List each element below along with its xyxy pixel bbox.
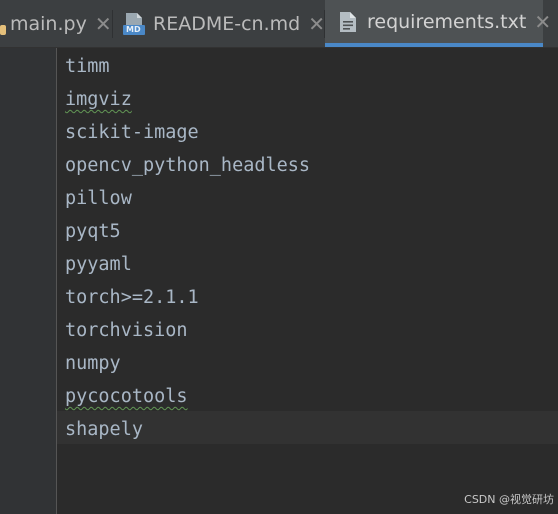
tab-readme-cn[interactable]: MD README-cn.md ✕ <box>113 0 325 47</box>
code-line[interactable]: shapely <box>65 413 143 446</box>
code-line[interactable]: scikit-image <box>65 116 199 149</box>
tab-label: requirements.txt <box>367 10 527 33</box>
code-line[interactable]: imgviz <box>65 83 132 116</box>
code-line[interactable]: torchvision <box>65 314 188 347</box>
editor-tab-bar: main.py ✕ MD README-cn.md ✕ requirements… <box>0 0 558 48</box>
code-line[interactable]: pyqt5 <box>65 215 121 248</box>
spell-check-text: imgviz <box>65 89 132 110</box>
watermark: CSDN @视觉研坊 <box>464 493 554 506</box>
code-line[interactable]: opencv_python_headless <box>65 149 310 182</box>
line-gutter <box>0 48 56 514</box>
code-line[interactable]: numpy <box>65 347 121 380</box>
spell-check-text: pycocotools <box>65 386 188 407</box>
close-icon[interactable]: ✕ <box>308 12 325 36</box>
close-icon[interactable]: ✕ <box>95 12 112 36</box>
text-file-icon <box>339 11 357 33</box>
tab-requirements-txt[interactable]: requirements.txt ✕ <box>325 0 551 47</box>
tab-label: main.py <box>10 12 87 35</box>
close-icon[interactable]: ✕ <box>534 10 551 34</box>
tab-label: README-cn.md <box>153 12 301 35</box>
tab-main-py[interactable]: main.py ✕ <box>0 0 112 47</box>
code-line[interactable]: pyyaml <box>65 248 132 281</box>
python-file-icon <box>0 24 6 35</box>
markdown-file-icon: MD <box>123 12 145 36</box>
markdown-icon-text: MD <box>126 24 141 34</box>
code-editor[interactable]: timm imgviz scikit-image opencv_python_h… <box>57 48 558 514</box>
code-line[interactable]: pycocotools <box>65 380 188 413</box>
code-line[interactable]: pillow <box>65 182 132 215</box>
code-line[interactable]: torch>=2.1.1 <box>65 281 199 314</box>
code-line[interactable]: timm <box>65 50 110 83</box>
